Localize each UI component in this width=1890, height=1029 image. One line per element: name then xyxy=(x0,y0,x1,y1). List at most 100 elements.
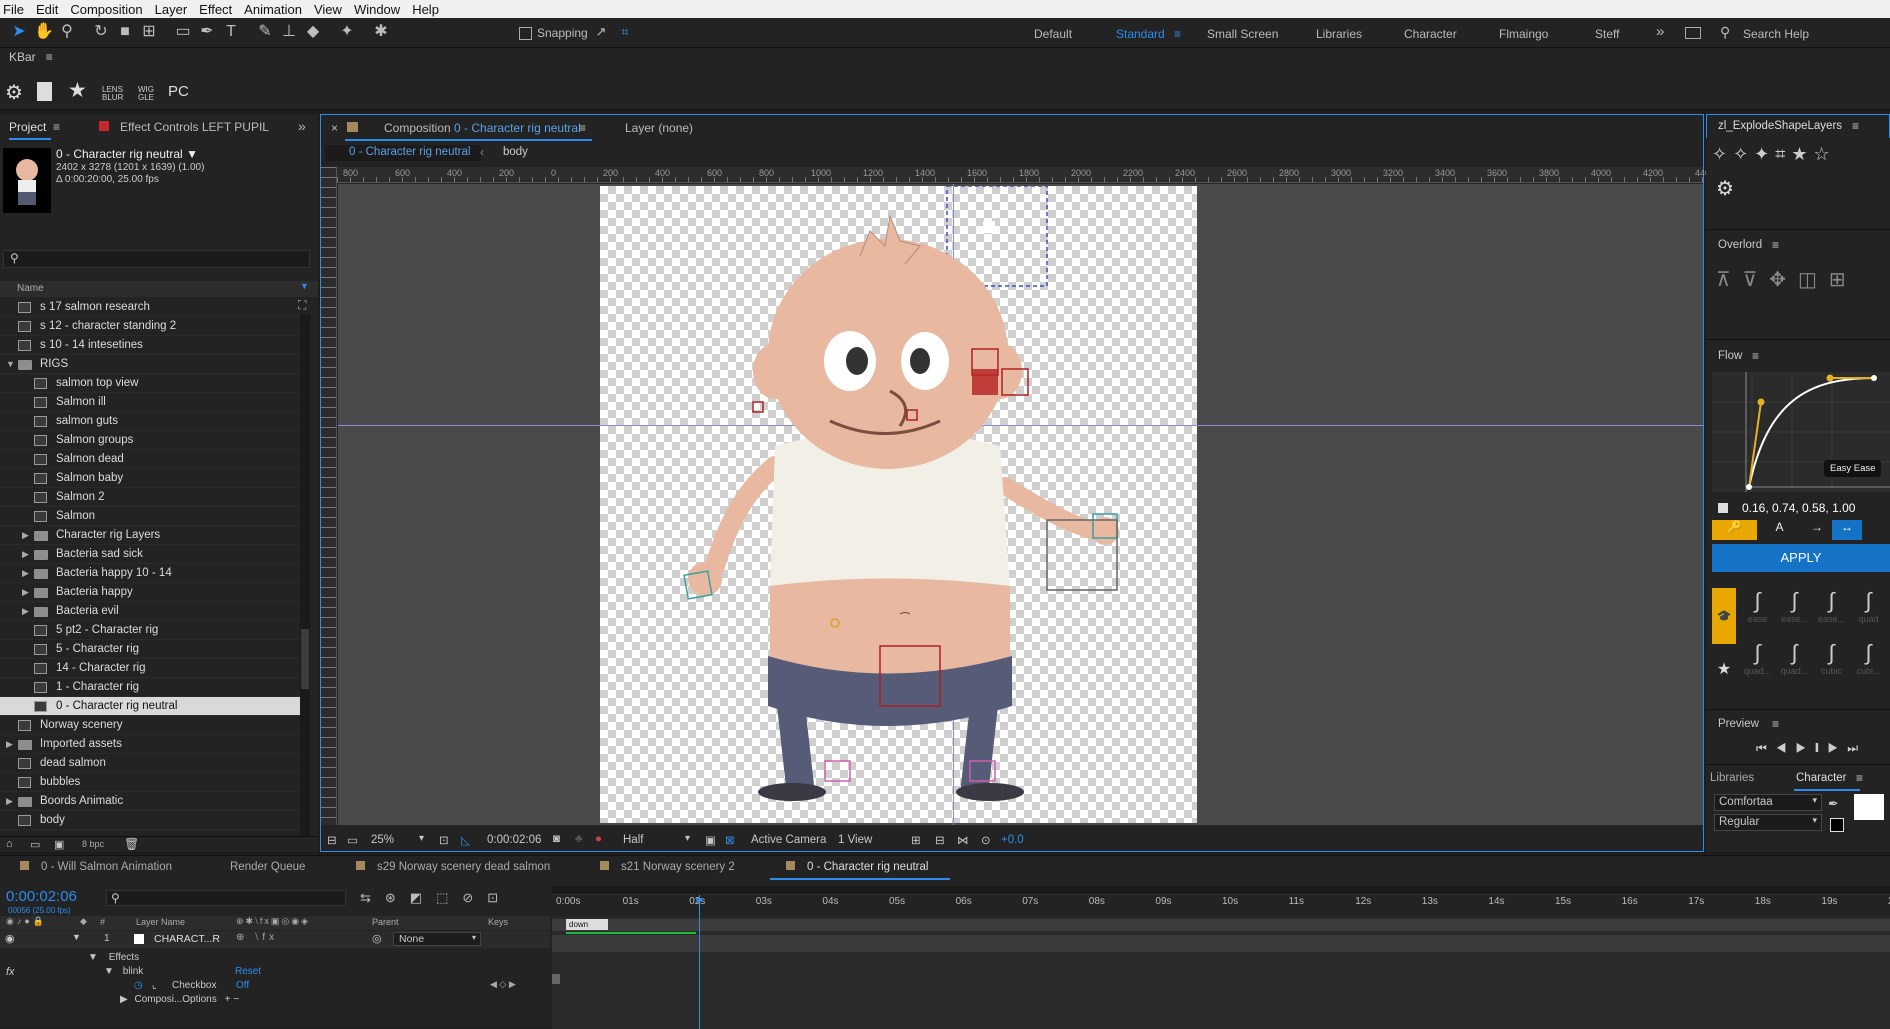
zoom-chevron-down-icon[interactable]: ▾ xyxy=(419,833,424,844)
expand-chevron-right-icon[interactable]: ▶ xyxy=(22,526,29,545)
checkbox-property-value[interactable]: Off xyxy=(236,980,249,991)
stopwatch-icon[interactable]: ◷ xyxy=(134,980,143,991)
expand-chevron-right-icon[interactable]: ▶ xyxy=(22,564,29,583)
compositing-options-toggle[interactable]: ▶ Composi...Options + − xyxy=(120,994,239,1005)
gear-icon[interactable]: ⚙ xyxy=(5,80,23,105)
menu-animation[interactable]: Animation xyxy=(241,2,311,17)
project-item[interactable]: s 10 - 14 intesetines xyxy=(0,336,300,355)
layer-duration-bar[interactable] xyxy=(552,935,1890,952)
expand-chevron-right-icon[interactable]: ▶ xyxy=(22,545,29,564)
layer-switches-icon[interactable]: ⊕ ⧵fx xyxy=(236,932,278,943)
eraser-tool-icon[interactable]: ◆ xyxy=(304,23,322,41)
expand-chevron-down-icon[interactable]: ▼ xyxy=(72,932,81,942)
workspace-default[interactable]: Default xyxy=(1034,27,1072,41)
layer-switches-header-icon[interactable]: ⊕✱⧵fx▣◎◉◈ xyxy=(236,916,310,927)
expand-panels-icon[interactable]: » xyxy=(298,118,306,134)
fill-color-swatch[interactable] xyxy=(1854,794,1884,820)
tab-explode-shape-layers[interactable]: zl_ExplodeShapeLayers xyxy=(1718,120,1842,132)
workspace-libraries[interactable]: Libraries xyxy=(1316,27,1362,41)
type-tool-icon[interactable]: T xyxy=(222,23,240,41)
preview-menu-icon[interactable]: ≡ xyxy=(1772,717,1779,731)
timeline-search-input[interactable]: ⚲ xyxy=(106,890,346,906)
eye-icon[interactable]: ◉ xyxy=(5,932,15,945)
timeline-switches[interactable]: ⇆⊛◩⬚⊘⊡ xyxy=(360,890,512,906)
column-name[interactable]: Name xyxy=(17,283,44,294)
view-layout-select[interactable]: 1 View xyxy=(838,834,872,846)
zoom-level[interactable]: 25% xyxy=(371,834,394,846)
camera-tool-icon[interactable]: ■ xyxy=(116,23,134,41)
tab-layer[interactable]: Layer (none) xyxy=(625,121,693,135)
font-style-select[interactable]: Regular ▾ xyxy=(1714,814,1822,831)
menu-composition[interactable]: Composition xyxy=(67,2,151,17)
project-item[interactable]: Salmon groups xyxy=(0,431,300,450)
font-family-select[interactable]: Comfortaa ▾ xyxy=(1714,794,1822,811)
keyframe-navigator[interactable]: ◀ ◇ ▶ xyxy=(490,979,516,990)
expand-chevron-right-icon[interactable]: ▶ xyxy=(6,735,13,754)
text-mode-icon[interactable]: A xyxy=(1757,520,1802,540)
flow-menu-icon[interactable]: ≡ xyxy=(1752,349,1759,363)
project-item[interactable]: salmon top view xyxy=(0,374,300,393)
playhead-handle-icon[interactable]: ▼ xyxy=(693,895,705,907)
resolution-select[interactable]: Half xyxy=(623,834,643,846)
safe-margins-icon[interactable]: ◺ xyxy=(461,833,470,847)
workspace-standard[interactable]: Standard xyxy=(1116,27,1165,41)
workspace-flmaingo[interactable]: Flmaingo xyxy=(1499,27,1548,41)
easing-preset-button[interactable]: ∫ quad... xyxy=(1777,640,1812,688)
explode-gear-icon[interactable]: ⚙ xyxy=(1716,176,1734,201)
easing-preset-button[interactable]: ∫ ease xyxy=(1740,588,1775,636)
timeline-flow-icon[interactable]: ⋈ xyxy=(957,833,969,847)
workspace-character[interactable]: Character xyxy=(1404,27,1457,41)
snapping-checkbox[interactable] xyxy=(519,27,532,40)
column-keys[interactable]: Keys xyxy=(488,917,508,927)
transparency-grid-icon[interactable]: ⊠ xyxy=(725,833,735,847)
rotate-tool-icon[interactable]: ↻ xyxy=(92,23,110,41)
key-mode-icon[interactable]: 🔑 xyxy=(1712,520,1757,540)
clone-stamp-tool-icon[interactable]: ⊥ xyxy=(280,23,298,41)
resolution-chevron-down-icon[interactable]: ▾ xyxy=(685,833,690,844)
blink-effect-toggle[interactable]: ▼ blink xyxy=(104,966,143,977)
flow-bezier-values[interactable]: 0.16, 0.74, 0.58, 1.00 xyxy=(1742,501,1855,515)
hand-tool-icon[interactable]: ✋ xyxy=(34,23,54,41)
tab-libraries[interactable]: Libraries xyxy=(1710,772,1754,784)
project-item[interactable]: dead salmon xyxy=(0,754,300,773)
playhead-line[interactable] xyxy=(699,895,700,1029)
exposure-value[interactable]: +0.0 xyxy=(1001,834,1024,846)
menu-effect[interactable]: Effect xyxy=(196,2,241,17)
project-item[interactable]: ▼ RIGS xyxy=(0,355,300,374)
toggle-pixel-aspect-icon[interactable]: ⊞ xyxy=(911,833,921,847)
preview-transport-controls[interactable]: ⏮◀▶❙▶⏭ xyxy=(1756,741,1867,756)
workspace-steff[interactable]: Steff xyxy=(1595,27,1619,41)
column-parent[interactable]: Parent xyxy=(372,917,399,927)
menu-view[interactable]: View xyxy=(311,2,351,17)
expand-chevron-down-icon[interactable]: ▼ xyxy=(6,355,15,374)
easing-preset-button[interactable]: ∫ quad xyxy=(1851,588,1886,636)
tab-composition[interactable]: Composition 0 - Character rig neutral xyxy=(384,121,581,135)
project-item[interactable]: Salmon 2 xyxy=(0,488,300,507)
current-time[interactable]: 0:00:02:06 xyxy=(487,834,541,846)
puppet-tool-icon[interactable]: ✱ xyxy=(372,23,390,41)
trash-icon[interactable]: 🗑 xyxy=(124,837,139,851)
add-icon[interactable]: + − xyxy=(225,994,239,1005)
favorites-star-icon[interactable]: ★ xyxy=(1712,650,1736,690)
graduation-cap-icon[interactable]: 🎓 xyxy=(1712,588,1736,644)
project-item[interactable]: bubbles xyxy=(0,773,300,792)
label-color-icon[interactable]: ◆ xyxy=(80,916,87,927)
close-icon[interactable]: × xyxy=(331,121,338,135)
easing-preset-button[interactable]: ∫ ease... xyxy=(1814,588,1849,636)
apply-button[interactable]: APPLY xyxy=(1712,544,1890,572)
workspace-menu-icon[interactable]: ≡ xyxy=(1174,27,1181,41)
project-item[interactable]: Salmon ill xyxy=(0,393,300,412)
timeline-tab[interactable]: 0 - Character rig neutral xyxy=(786,861,928,873)
effects-group-toggle[interactable]: ▼ Effects xyxy=(88,952,139,963)
arrow-both-icon[interactable]: ↔ xyxy=(1832,520,1862,540)
project-scrollbar[interactable] xyxy=(300,314,310,844)
reset-link[interactable]: Reset xyxy=(235,966,261,977)
overlord-menu-icon[interactable]: ≡ xyxy=(1772,238,1779,252)
rectangle-tool-icon[interactable]: ▭ xyxy=(174,23,192,41)
comp-name-header[interactable]: 0 - Character rig neutral ▼ xyxy=(56,147,198,161)
menu-file[interactable]: File xyxy=(0,2,33,17)
project-menu-icon[interactable]: ≡ xyxy=(53,120,60,134)
sort-icon[interactable]: ▼ xyxy=(300,281,309,291)
layer-color-swatch[interactable] xyxy=(134,934,144,944)
breadcrumb-item-body[interactable]: body xyxy=(503,146,528,158)
